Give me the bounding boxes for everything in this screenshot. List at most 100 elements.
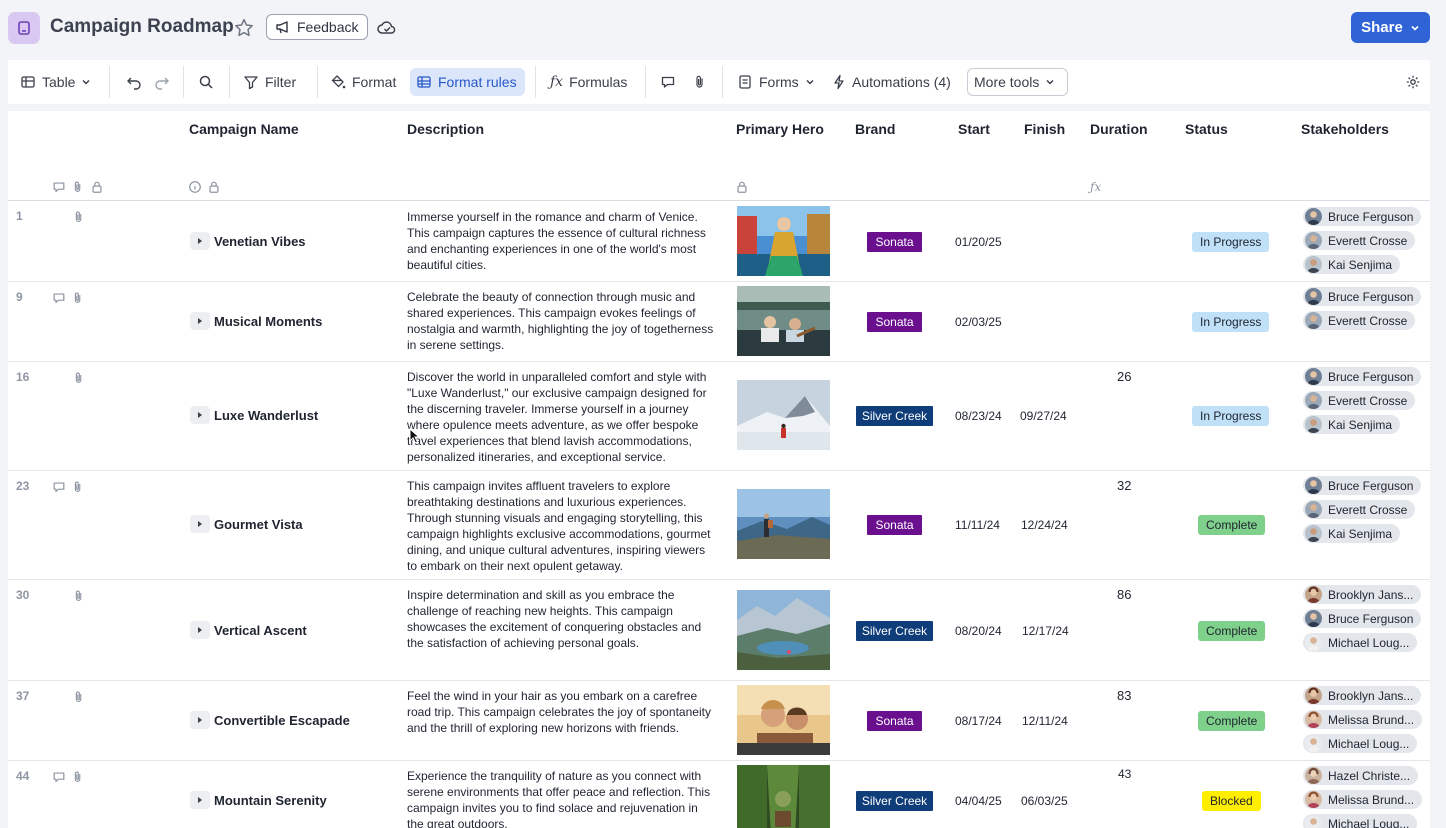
hero-image[interactable] [737,206,830,276]
campaign-name[interactable]: Convertible Escapade [214,713,350,728]
hero-image[interactable] [737,380,830,450]
table-row[interactable]: 44 Mountain Serenity Experience the tran… [8,761,1430,828]
function-icon[interactable]: ƒx [1090,180,1101,194]
campaign-name[interactable]: Gourmet Vista [214,517,303,532]
format-rules-button[interactable]: Format rules [410,68,525,96]
expand-row-button[interactable] [190,515,210,533]
expand-row-button[interactable] [190,621,210,639]
more-tools-button[interactable]: More tools [967,68,1068,96]
finish-date[interactable]: 09/27/24 [1020,409,1067,423]
start-date[interactable]: 08/17/24 [955,714,1002,728]
paperclip-icon[interactable] [71,480,85,494]
paperclip-icon[interactable] [71,180,85,194]
description[interactable]: Experience the tranquility of nature as … [407,768,717,828]
table-row[interactable]: 30 Vertical Ascent Inspire determination… [8,580,1430,681]
lock-icon[interactable] [207,180,221,194]
column-header-campaign-name[interactable]: Campaign Name [189,121,299,137]
comment-icon[interactable] [52,291,66,305]
stakeholder-name: Bruce Ferguson [1328,478,1414,493]
column-header-description[interactable]: Description [407,121,484,137]
expand-row-button[interactable] [190,232,210,250]
saved-cloud-icon[interactable] [377,19,397,37]
paperclip-icon[interactable] [71,291,85,305]
hero-image[interactable] [737,489,830,559]
duration-value[interactable]: 43 [1118,767,1131,781]
lock-icon[interactable] [90,180,104,194]
description[interactable]: This campaign invites affluent travelers… [407,478,717,574]
campaign-name[interactable]: Vertical Ascent [214,623,307,638]
description[interactable]: Feel the wind in your hair as you embark… [407,688,717,736]
campaign-name[interactable]: Musical Moments [214,314,322,329]
forms-button[interactable]: Forms [731,68,821,96]
duration-value[interactable]: 86 [1117,587,1131,602]
share-button[interactable]: Share [1351,12,1430,43]
comment-icon[interactable] [52,480,66,494]
paperclip-icon[interactable] [72,589,86,603]
start-date[interactable]: 04/04/25 [955,794,1002,808]
settings-button[interactable] [1399,68,1427,96]
expand-row-button[interactable] [190,312,210,330]
hero-image[interactable] [737,685,830,755]
filter-button[interactable]: Filter [237,68,302,96]
table-row[interactable]: 37 Convertible Escapade Feel the wind in… [8,681,1430,761]
lock-icon[interactable] [735,180,749,194]
table-row[interactable]: 23 Gourmet Vista This campaign invites a… [8,471,1430,580]
comments-button[interactable] [654,68,682,96]
campaign-name[interactable]: Venetian Vibes [214,234,306,249]
start-date[interactable]: 01/20/25 [955,235,1002,249]
comment-icon[interactable] [52,180,66,194]
favorite-star-icon[interactable] [233,17,255,39]
start-date[interactable]: 02/03/25 [955,315,1002,329]
finish-date[interactable]: 06/03/25 [1021,794,1068,808]
expand-row-button[interactable] [190,711,210,729]
comment-icon[interactable] [52,770,66,784]
hero-image[interactable] [737,765,830,828]
campaign-name[interactable]: Luxe Wanderlust [214,408,318,423]
feedback-button[interactable]: Feedback [266,14,369,40]
duration-value[interactable]: 83 [1117,688,1131,703]
start-date[interactable]: 08/23/24 [955,409,1002,423]
format-button[interactable]: Format [324,68,402,96]
expand-row-button[interactable] [190,791,210,809]
search-button[interactable] [192,68,220,96]
paperclip-icon[interactable] [72,690,86,704]
description[interactable]: Discover the world in unparalleled comfo… [407,369,717,465]
app-icon[interactable] [8,12,40,44]
automations-button[interactable]: Automations (4) [826,68,957,96]
column-header-finish[interactable]: Finish [1024,121,1065,137]
paperclip-icon[interactable] [72,371,86,385]
paperclip-icon[interactable] [71,770,85,784]
finish-date[interactable]: 12/24/24 [1021,518,1068,532]
finish-date[interactable]: 12/17/24 [1022,624,1069,638]
start-date[interactable]: 08/20/24 [955,624,1002,638]
attachments-button[interactable] [686,68,714,96]
campaign-name[interactable]: Mountain Serenity [214,793,327,808]
description[interactable]: Celebrate the beauty of connection throu… [407,289,717,353]
column-header-start[interactable]: Start [958,121,990,137]
description[interactable]: Immerse yourself in the romance and char… [407,209,717,273]
table-row[interactable]: 1 Venetian Vibes Immerse yourself in the… [8,201,1430,282]
paperclip-icon[interactable] [72,210,86,224]
duration-value[interactable]: 26 [1117,369,1131,384]
formulas-button[interactable]: ƒx Formulas [544,68,633,96]
hero-image[interactable] [737,590,830,670]
column-header-status[interactable]: Status [1185,121,1228,137]
finish-date[interactable]: 12/11/24 [1022,714,1068,728]
info-icon[interactable] [188,180,202,194]
sheet-title[interactable]: Campaign Roadmap [50,16,234,38]
description[interactable]: Inspire determination and skill as you e… [407,587,717,651]
column-header-stakeholders[interactable]: Stakeholders [1301,121,1389,137]
table-row[interactable]: 9 Musical Moments Celebrate the beauty o… [8,282,1430,362]
column-header-primary-hero[interactable]: Primary Hero [736,121,824,137]
column-header-brand[interactable]: Brand [855,121,895,137]
paperclip-icon [692,74,708,90]
start-date[interactable]: 11/11/24 [955,518,1000,532]
hero-image[interactable] [737,286,830,356]
column-header-duration[interactable]: Duration [1090,121,1148,137]
duration-value[interactable]: 32 [1117,478,1131,493]
table-row[interactable]: 16 Luxe Wanderlust Discover the world in… [8,362,1430,471]
expand-row-button[interactable] [190,406,210,424]
undo-button[interactable] [119,68,149,96]
redo-button[interactable] [147,68,177,96]
view-switcher[interactable]: Table [14,68,97,96]
